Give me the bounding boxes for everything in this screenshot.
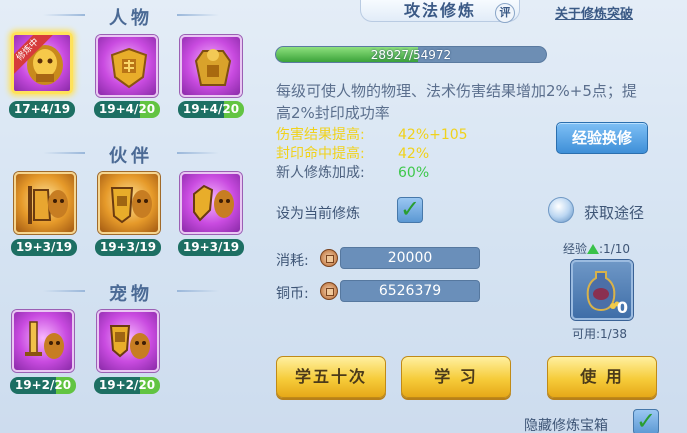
- use-button[interactable]: 使 用: [547, 356, 657, 398]
- slot-label: 19+4/20: [94, 101, 160, 118]
- partner-slot-1[interactable]: [14, 172, 76, 234]
- stat-value: 42%+105: [398, 127, 468, 143]
- rate-button[interactable]: 评: [495, 3, 515, 23]
- character-slot-2[interactable]: [96, 35, 158, 97]
- section-title-character: 人物: [43, 4, 219, 30]
- shield-lion-pet-icon: [109, 325, 150, 359]
- pet-slot-1[interactable]: [12, 310, 74, 372]
- item-usable: 可用:1/38: [572, 327, 627, 341]
- slot-label: 19+3/19: [178, 239, 244, 256]
- stat-label: 伤害结果提高:: [276, 127, 365, 143]
- arrow-up-icon: [587, 244, 600, 254]
- slot-label: 17+4/19: [9, 101, 75, 118]
- slot-label: 19+4/20: [178, 101, 244, 118]
- stat-row-newbie-bonus: 新人修炼加成: 60%: [276, 164, 429, 182]
- exp-progress-text: 28927/54972: [370, 48, 452, 62]
- stat-row-damage: 伤害结果提高: 42%+105: [276, 126, 468, 144]
- stat-row-seal: 封印命中提高: 42%: [276, 145, 429, 163]
- coin-icon: [320, 249, 338, 267]
- gauntlet-lion-icon: [193, 184, 234, 222]
- partner-slot-2[interactable]: [98, 172, 160, 234]
- get-path-icon[interactable]: [548, 197, 574, 223]
- item-exp-label: 经验: [563, 242, 588, 256]
- item-exp-value: :1/10: [599, 242, 631, 256]
- learn-button[interactable]: 学 习: [401, 356, 511, 398]
- sword-lion-icon: [25, 321, 64, 359]
- hide-box-label: 隐藏修炼宝箱: [524, 418, 608, 433]
- slot-label: 19+2/20: [10, 377, 76, 394]
- gold-armor-icon: [194, 49, 232, 86]
- gold-shield-icon: [110, 47, 148, 89]
- cost-label: 消耗:: [276, 253, 309, 269]
- item-exp-row: 经验 :1/10: [563, 240, 630, 257]
- stat-value: 42%: [398, 146, 430, 162]
- coins-label: 铜币:: [276, 286, 309, 302]
- partner-slot-3[interactable]: [180, 172, 242, 234]
- section-title-partner: 伙伴: [43, 142, 219, 168]
- set-current-label: 设为当前修炼: [276, 206, 360, 222]
- coin-icon: [320, 282, 338, 300]
- training-item-slot[interactable]: 0: [571, 260, 633, 320]
- shield-lion-icon: [110, 187, 152, 224]
- exchange-exp-button[interactable]: 经验换修: [556, 122, 648, 154]
- stat-label: 封印命中提高:: [276, 146, 365, 162]
- pet-slot-2[interactable]: [97, 310, 159, 372]
- about-breakthrough-link[interactable]: 关于修炼突破: [555, 3, 633, 22]
- item-count: 0: [616, 298, 628, 317]
- learn-fifty-button[interactable]: 学五十次: [276, 356, 386, 398]
- training-description: 每级可使人物的物理、法术伤害结果增加2%+5点；提高2%封印成功率: [276, 82, 637, 122]
- section-title-pet: 宠物: [43, 280, 219, 306]
- get-path-link[interactable]: 获取途径: [584, 202, 644, 223]
- character-slot-1[interactable]: 修炼中: [11, 32, 73, 94]
- cost-value: 20000: [340, 247, 480, 269]
- slot-label: 19+3/19: [95, 239, 161, 256]
- warrior-lion-icon: [28, 186, 68, 224]
- stat-label: 新人修炼加成:: [276, 165, 365, 181]
- character-slot-3[interactable]: [180, 35, 242, 97]
- slot-label: 19+3/19: [11, 239, 77, 256]
- hide-box-checkbox[interactable]: ✓: [633, 409, 659, 433]
- stat-value: 60%: [398, 165, 430, 181]
- set-current-checkbox[interactable]: ✓: [397, 197, 423, 223]
- exp-progress-bar: 28927/54972: [275, 46, 547, 63]
- slot-label: 19+2/20: [94, 377, 160, 394]
- coins-value: 6526379: [340, 280, 480, 302]
